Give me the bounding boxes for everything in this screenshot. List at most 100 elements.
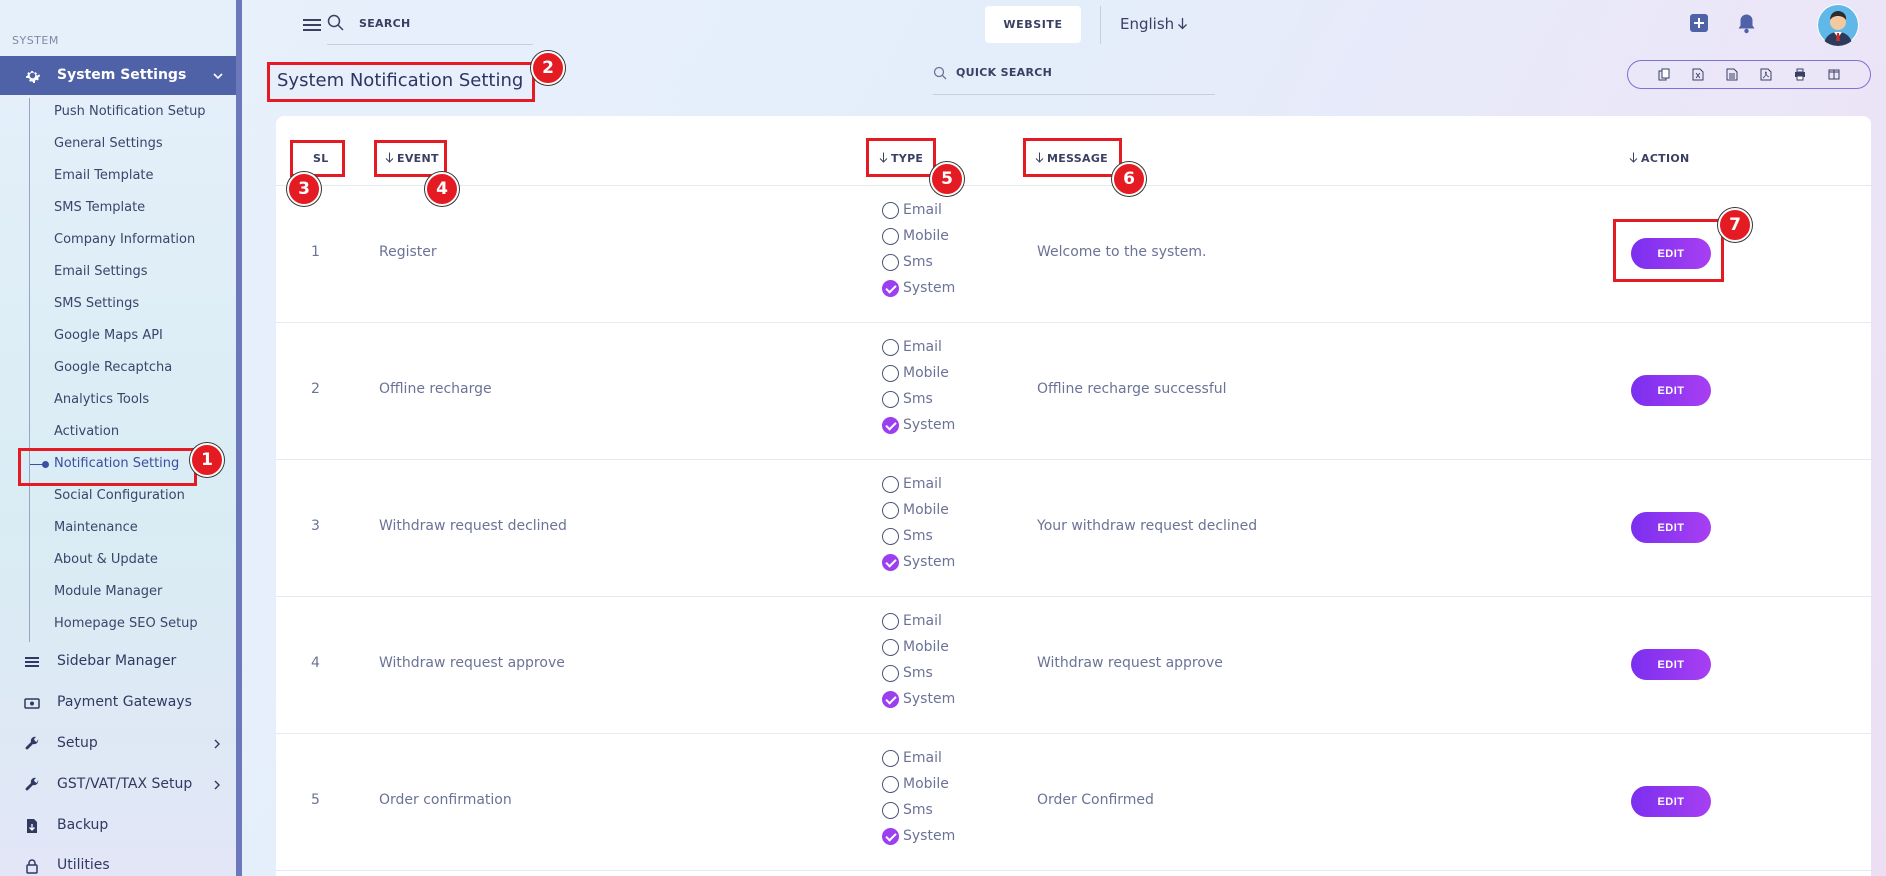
- search-icon: [933, 66, 947, 80]
- sidebar-item-gst-vat-tax-setup[interactable]: GST/VAT/TAX Setup: [0, 770, 236, 800]
- sidebar-subitem[interactable]: Email Template: [54, 168, 154, 183]
- sidebar-item-backup[interactable]: Backup: [0, 811, 236, 841]
- type-option-label: Mobile: [903, 502, 949, 518]
- annotation-badge: 4: [425, 172, 459, 206]
- radio-unchecked-icon[interactable]: [882, 664, 899, 682]
- type-option-sms[interactable]: Sms: [882, 800, 933, 820]
- edit-button[interactable]: EDIT: [1631, 512, 1711, 543]
- type-option-system[interactable]: System: [882, 552, 955, 572]
- website-button[interactable]: WEBSITE: [985, 6, 1081, 43]
- type-option-email[interactable]: Email: [882, 611, 942, 631]
- hamburger-menu-icon[interactable]: [303, 17, 321, 33]
- type-option-email[interactable]: Email: [882, 200, 942, 220]
- radio-checked-icon[interactable]: [882, 416, 899, 434]
- type-option-email[interactable]: Email: [882, 748, 942, 768]
- radio-unchecked-icon[interactable]: [882, 501, 899, 519]
- sidebar-subitem[interactable]: Social Configuration: [54, 488, 185, 503]
- sidebar-subitem[interactable]: Company Information: [54, 232, 195, 247]
- copy-button[interactable]: [1647, 61, 1681, 89]
- search-placeholder: SEARCH: [359, 17, 411, 30]
- radio-checked-icon[interactable]: [882, 690, 899, 708]
- radio-unchecked-icon[interactable]: [882, 749, 899, 767]
- sidebar-item-sidebar-manager[interactable]: Sidebar Manager: [0, 647, 236, 677]
- arrow-down-icon[interactable]: [1177, 17, 1188, 30]
- radio-unchecked-icon[interactable]: [882, 612, 899, 630]
- columns-icon: [1828, 69, 1840, 80]
- sidebar-subitem[interactable]: Email Settings: [54, 264, 148, 279]
- sidebar-group-label: SYSTEM: [12, 34, 59, 47]
- quick-search-input[interactable]: QUICK SEARCH: [933, 62, 1215, 95]
- radio-unchecked-icon[interactable]: [882, 253, 899, 271]
- radio-unchecked-icon[interactable]: [882, 390, 899, 408]
- edit-button[interactable]: EDIT: [1631, 649, 1711, 680]
- radio-unchecked-icon[interactable]: [882, 227, 899, 245]
- sidebar-subitem[interactable]: Analytics Tools: [54, 392, 149, 407]
- excel-export-button[interactable]: [1681, 61, 1715, 89]
- radio-unchecked-icon[interactable]: [882, 201, 899, 219]
- print-button[interactable]: [1783, 61, 1817, 89]
- edit-button[interactable]: EDIT: [1631, 375, 1711, 406]
- language-selector[interactable]: English: [1120, 15, 1174, 33]
- type-option-label: Sms: [903, 528, 933, 544]
- sidebar-subitem[interactable]: SMS Template: [54, 200, 145, 215]
- radio-unchecked-icon[interactable]: [882, 775, 899, 793]
- sidebar-subitem[interactable]: SMS Settings: [54, 296, 139, 311]
- radio-unchecked-icon[interactable]: [882, 475, 899, 493]
- type-option-sms[interactable]: Sms: [882, 663, 933, 683]
- sidebar-subitem[interactable]: General Settings: [54, 136, 163, 151]
- type-option-email[interactable]: Email: [882, 337, 942, 357]
- type-option-mobile[interactable]: Mobile: [882, 500, 949, 520]
- csv-icon: [1726, 68, 1738, 81]
- sidebar-item-system-settings[interactable]: System Settings: [0, 56, 236, 95]
- bell-icon[interactable]: [1737, 13, 1756, 34]
- add-new-icon[interactable]: [1690, 14, 1708, 32]
- type-option-mobile[interactable]: Mobile: [882, 363, 949, 383]
- type-option-sms[interactable]: Sms: [882, 526, 933, 546]
- wrench-icon: [25, 777, 39, 791]
- sidebar-subitem[interactable]: Module Manager: [54, 584, 162, 599]
- radio-unchecked-icon[interactable]: [882, 527, 899, 545]
- type-option-system[interactable]: System: [882, 689, 955, 709]
- csv-export-button[interactable]: [1715, 61, 1749, 89]
- edit-button[interactable]: EDIT: [1631, 786, 1711, 817]
- sidebar-subitem[interactable]: About & Update: [54, 552, 158, 567]
- type-option-system[interactable]: System: [882, 826, 955, 846]
- radio-checked-icon[interactable]: [882, 279, 899, 297]
- type-option-sms[interactable]: Sms: [882, 389, 933, 409]
- radio-unchecked-icon[interactable]: [882, 364, 899, 382]
- radio-unchecked-icon[interactable]: [882, 638, 899, 656]
- sidebar-item-setup[interactable]: Setup: [0, 729, 236, 759]
- sidebar-subitem[interactable]: Push Notification Setup: [54, 104, 206, 119]
- sidebar-subitem[interactable]: Homepage SEO Setup: [54, 616, 198, 631]
- type-option-mobile[interactable]: Mobile: [882, 637, 949, 657]
- type-option-system[interactable]: System: [882, 278, 955, 298]
- chevron-right-icon: [214, 780, 220, 790]
- sidebar-subitem[interactable]: Activation: [54, 424, 119, 439]
- type-option-label: Sms: [903, 802, 933, 818]
- type-option-email[interactable]: Email: [882, 474, 942, 494]
- sidebar-item-payment-gateways[interactable]: Payment Gateways: [0, 688, 236, 718]
- type-option-label: System: [903, 417, 956, 433]
- avatar[interactable]: [1817, 4, 1859, 46]
- sidebar-subitem[interactable]: Google Maps API: [54, 328, 163, 343]
- type-option-system[interactable]: System: [882, 415, 955, 435]
- sidebar-tree-line: [29, 98, 30, 642]
- type-option-label: Email: [903, 476, 942, 492]
- pdf-export-button[interactable]: [1749, 61, 1783, 89]
- sidebar-subitem[interactable]: Google Recaptcha: [54, 360, 172, 375]
- column-visibility-button[interactable]: [1817, 61, 1851, 89]
- sidebar-subitem[interactable]: Maintenance: [54, 520, 138, 535]
- radio-checked-icon[interactable]: [882, 827, 899, 845]
- type-option-sms[interactable]: Sms: [882, 252, 933, 272]
- table-row: 2 Offline recharge Email Mobile Sms System Off…: [276, 323, 1871, 460]
- radio-unchecked-icon[interactable]: [882, 801, 899, 819]
- type-option-mobile[interactable]: Mobile: [882, 226, 949, 246]
- sidebar-item-label: System Settings: [57, 67, 187, 83]
- sidebar: SYSTEM System Settings Push Notification…: [0, 0, 242, 876]
- sidebar-item-utilities[interactable]: Utilities: [0, 851, 236, 876]
- radio-unchecked-icon[interactable]: [882, 338, 899, 356]
- global-search[interactable]: SEARCH: [327, 12, 533, 45]
- type-option-mobile[interactable]: Mobile: [882, 774, 949, 794]
- radio-checked-icon[interactable]: [882, 553, 899, 571]
- column-header-action[interactable]: ACTION: [1629, 152, 1690, 165]
